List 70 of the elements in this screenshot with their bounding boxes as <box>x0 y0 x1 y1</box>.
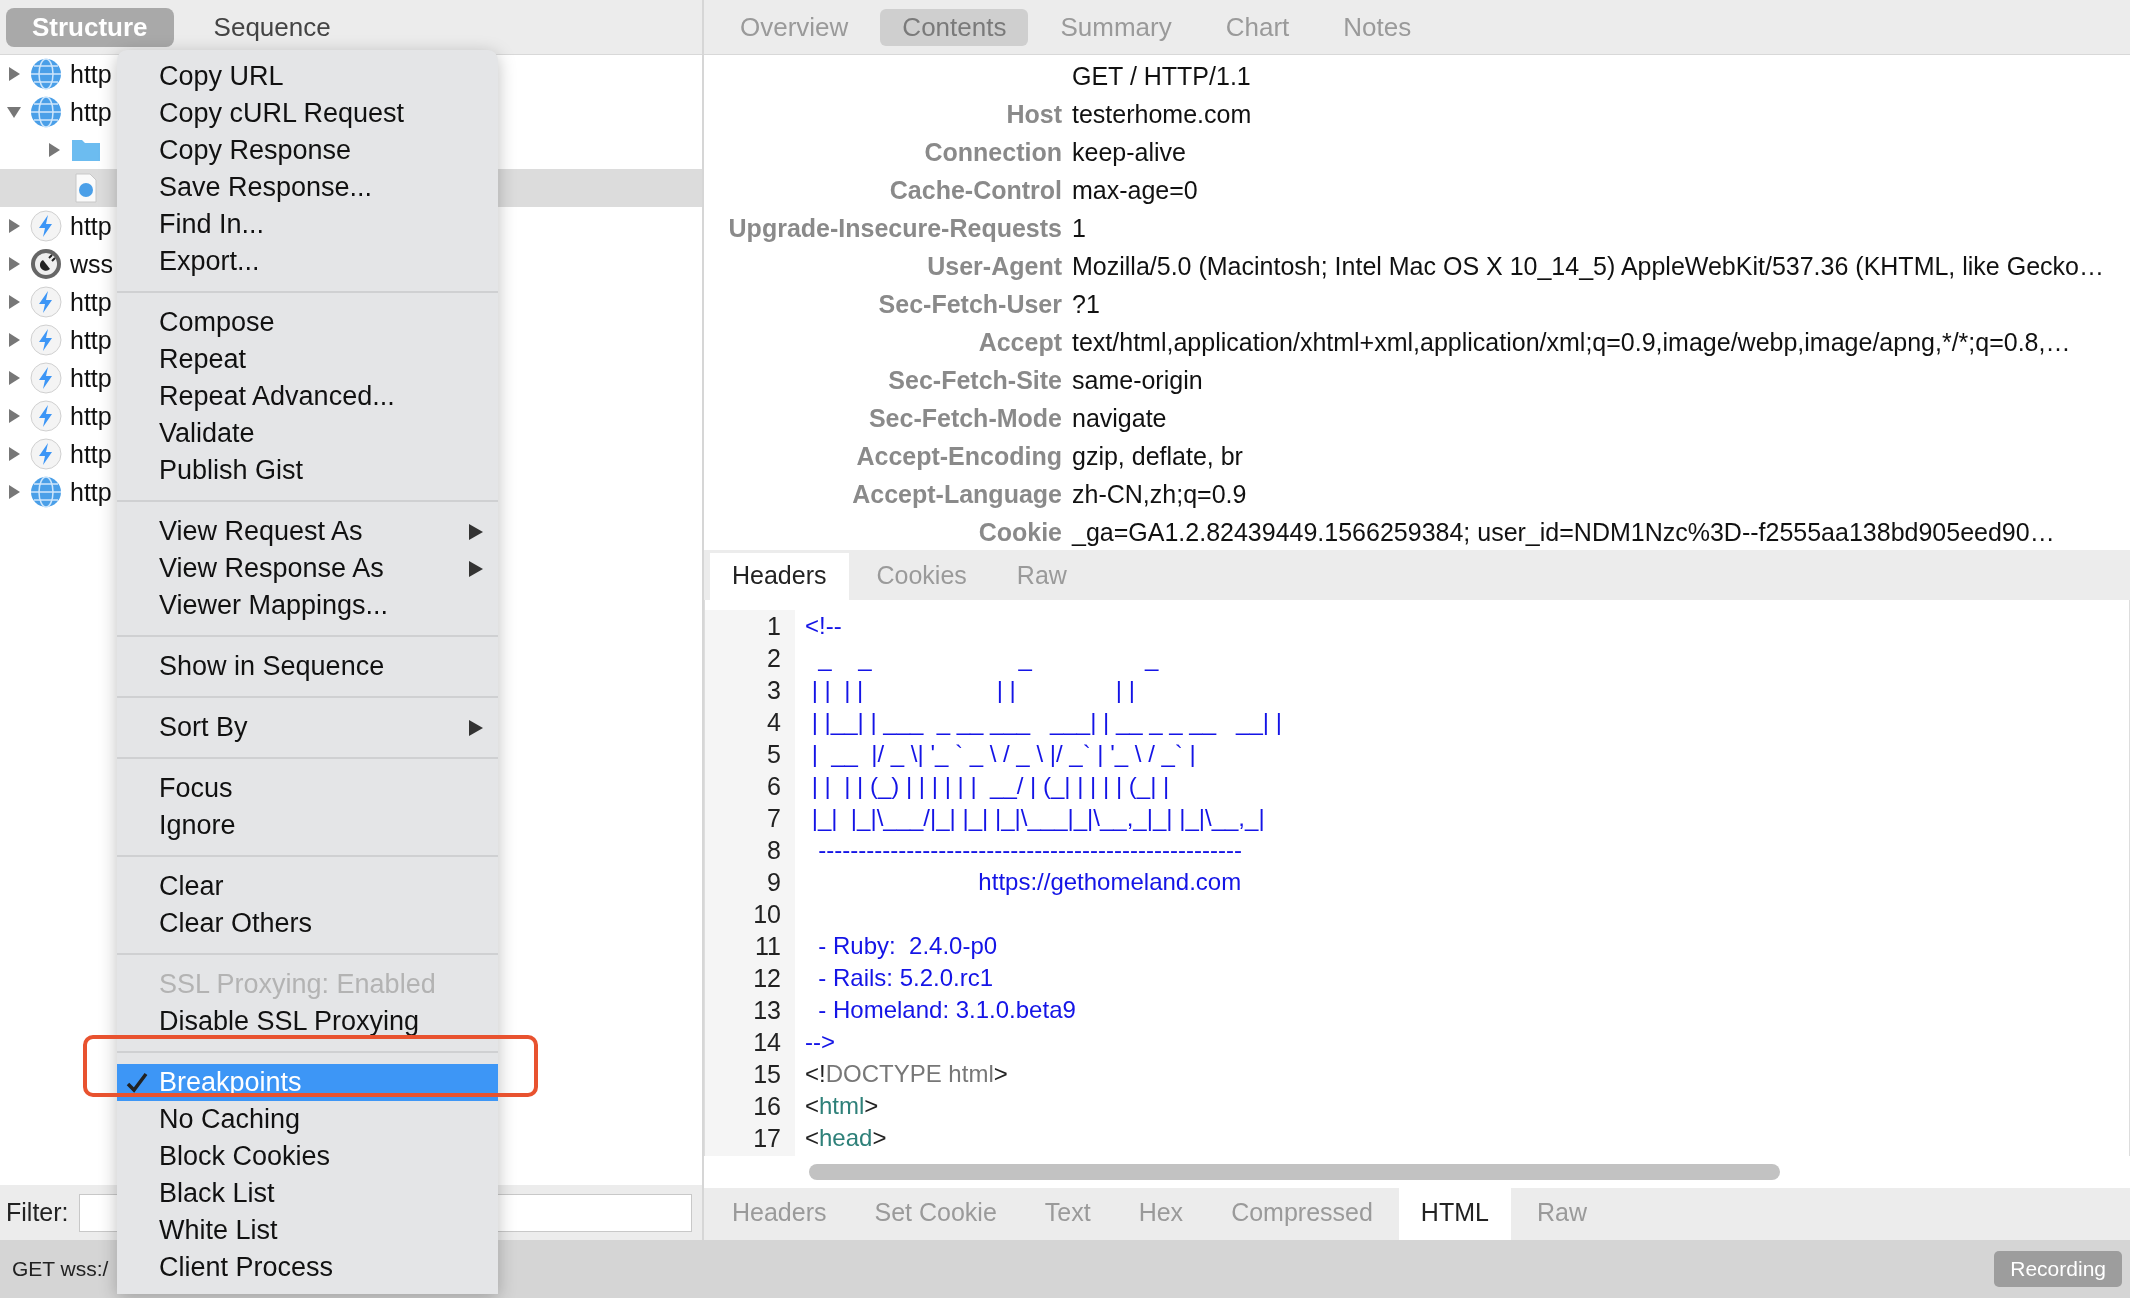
code-line: <!DOCTYPE html> <box>805 1060 1008 1087</box>
code-line: - Homeland: 3.1.0.beta9 <box>817 996 1076 1023</box>
host-label: http <box>70 439 112 469</box>
code-line: --> <box>805 1028 835 1055</box>
line-number: 2 <box>766 643 782 674</box>
header-name: Host <box>1005 99 1062 129</box>
header-name: Accept <box>977 327 1062 357</box>
header-value: GET / HTTP/1.1 <box>1072 61 1252 91</box>
host-label: http <box>70 477 112 507</box>
code-line: <!-- <box>805 612 842 639</box>
status-text: GET wss:/ <box>12 1257 109 1281</box>
code-line: https://gethomeland.com <box>977 868 1242 895</box>
code-line: - Rails: 5.2.0.rc1 <box>817 964 994 991</box>
code-line: ----------------------------------------------------- <box>817 836 1242 863</box>
header-name: Sec-Fetch-User <box>877 289 1062 319</box>
header-value: ?1 <box>1072 289 1101 319</box>
host-label: http <box>70 97 112 127</box>
code-line: - Ruby: 2.4.0-p0 <box>817 932 998 959</box>
line-number: 5 <box>766 739 782 770</box>
host-label: http <box>70 287 112 317</box>
header-name: Connection <box>923 137 1062 167</box>
code-line: |_| |_|\___/|_| |_| |_|\___|_|\__,_|_| |_|\__,_| <box>810 804 1265 831</box>
line-number: 4 <box>766 707 782 738</box>
header-name: Accept-Language <box>851 479 1062 509</box>
header-value: max-age=0 <box>1072 175 1199 205</box>
header-value: _ga=GA1.2.82439449.1566259384; user_id=NDM1Nzc%3D--f2555aa138bd905eed90… <box>1072 517 2056 547</box>
code-line: | __ |/ _ \| '_ ` _ \ / _ \ |/ _` | '_ \ / _` | <box>810 740 1196 767</box>
header-name: Sec-Fetch-Mode <box>867 403 1062 433</box>
host-label: http <box>70 363 112 393</box>
header-name: Accept-Encoding <box>855 441 1062 471</box>
header-value: 1 <box>1072 213 1087 243</box>
host-label: wss <box>70 249 114 279</box>
line-number: 11 <box>754 931 782 962</box>
line-number: 14 <box>752 1027 782 1058</box>
code-line: <html> <box>805 1092 879 1119</box>
code-line: | | | | | | | | <box>810 676 1135 703</box>
line-number: 16 <box>752 1091 782 1122</box>
header-value: navigate <box>1072 403 1168 433</box>
line-number: 7 <box>766 803 782 834</box>
host-label: http <box>70 325 112 355</box>
host-label: http <box>70 211 112 241</box>
header-name: Upgrade-Insecure-Requests <box>727 213 1062 243</box>
line-number: 15 <box>752 1059 782 1090</box>
header-value: text/html,application/xhtml+xml,application/xml;q=0.9,image/webp,image/apng,*/*;q=0.8,… <box>1072 327 2072 357</box>
header-name: Sec-Fetch-Site <box>887 365 1062 395</box>
line-number: 12 <box>752 963 782 994</box>
line-number: 6 <box>766 771 782 802</box>
line-number: 8 <box>766 835 782 866</box>
code-line: <head> <box>805 1124 887 1151</box>
host-label: http <box>70 59 112 89</box>
header-name: Cookie <box>977 517 1062 547</box>
line-number: 3 <box>766 675 782 706</box>
line-number: 17 <box>752 1123 782 1154</box>
line-number: 1 <box>766 611 782 642</box>
filter-label: Filter: <box>6 1198 69 1227</box>
line-number: 13 <box>752 995 782 1026</box>
header-value: keep-alive <box>1072 137 1187 167</box>
code-line: _ _ _ _ <box>817 644 1159 671</box>
header-value: same-origin <box>1072 365 1204 395</box>
code-line: | | | | (_) | | | | | | __/ | (_| | | | | (_| | <box>810 772 1170 799</box>
host-label: http <box>70 401 112 431</box>
header-value: zh-CN,zh;q=0.9 <box>1072 479 1248 509</box>
line-number: 9 <box>766 867 782 898</box>
header-name: Cache-Control <box>888 175 1062 205</box>
header-value: testerhome.com <box>1072 99 1253 129</box>
header-value: Mozilla/5.0 (Macintosh; Intel Mac OS X 10_14_5) AppleWebKit/537.36 (KHTML, like Gecko… <box>1072 251 2105 281</box>
line-number: 10 <box>752 899 782 930</box>
code-line: | |__| | ___ _ __ ___ ___| | __ _ _ __ __| | <box>810 708 1282 735</box>
header-name: User-Agent <box>926 251 1062 281</box>
header-value: gzip, deflate, br <box>1072 441 1244 471</box>
